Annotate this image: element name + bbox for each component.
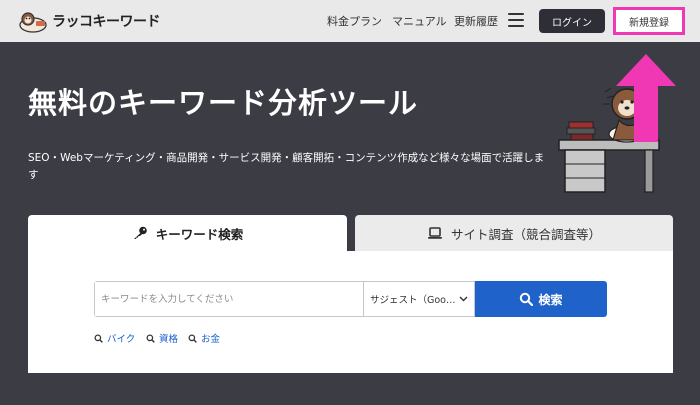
suggestion-link[interactable]: 資格	[146, 331, 178, 345]
laptop-icon	[427, 226, 443, 240]
suggestion-link[interactable]: バイク	[94, 331, 135, 345]
hero-subtitle: SEO・Webマーケティング・商品開発・サービス開発・顧客開拓・コンテンツ作成な…	[28, 152, 545, 181]
nav-link-pricing[interactable]: 料金プラン	[327, 13, 382, 29]
tab-label: サイト調査（競合調査等）	[450, 226, 601, 242]
search-icon	[146, 334, 155, 343]
site-header: ラッコキーワード 料金プラン マニュアル 更新履歴 ログイン 新規登録	[0, 0, 700, 42]
suggestion-label: バイク	[107, 334, 136, 345]
suggestion-label: 資格	[159, 334, 179, 345]
suggestion-link[interactable]: お金	[188, 331, 220, 345]
search-field-group: サジェスト（Goo…	[94, 281, 475, 317]
logo-text: ラッコキーワード	[52, 14, 161, 30]
search-mode-select[interactable]: サジェスト（Goo…	[363, 282, 474, 316]
search-panel: サジェスト（Goo… 検索 バイク 資格 お金	[28, 251, 673, 373]
search-button-label: 検索	[538, 292, 563, 307]
login-button[interactable]: ログイン	[539, 9, 605, 33]
hamburger-menu-icon[interactable]	[508, 13, 524, 27]
key-icon	[132, 226, 148, 240]
search-icon	[188, 334, 197, 343]
site-logo[interactable]: ラッコキーワード	[18, 9, 161, 33]
otter-logo-icon	[18, 9, 48, 33]
search-button[interactable]: 検索	[475, 281, 607, 317]
tab-keyword-search[interactable]: キーワード検索	[28, 215, 347, 251]
suggestion-label: お金	[201, 334, 221, 345]
search-icon	[520, 292, 534, 306]
tab-label: キーワード検索	[155, 226, 244, 242]
register-button[interactable]: 新規登録	[613, 7, 685, 35]
keyword-search-input[interactable]	[95, 282, 363, 316]
search-icon	[94, 334, 103, 343]
nav-link-changelog[interactable]: 更新履歴	[454, 13, 498, 29]
chevron-down-icon	[459, 294, 468, 303]
hero-title: 無料のキーワード分析ツール	[28, 86, 419, 120]
tab-site-research[interactable]: サイト調査（競合調査等）	[355, 215, 673, 251]
nav-link-manual[interactable]: マニュアル	[392, 13, 447, 29]
search-mode-value: サジェスト（Goo…	[370, 295, 456, 306]
arrow-up-icon	[612, 52, 680, 144]
